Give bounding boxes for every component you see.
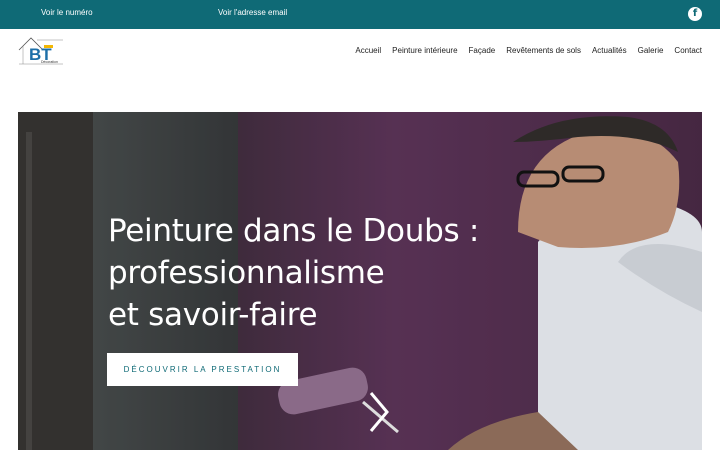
- email-link[interactable]: Voir l'adresse email: [218, 8, 287, 17]
- hero-title-line-3: et savoir-faire: [108, 297, 318, 333]
- nav-item-facade[interactable]: Façade: [469, 46, 496, 55]
- nav-item-actualites[interactable]: Actualités: [592, 46, 627, 55]
- facebook-icon[interactable]: f: [688, 7, 702, 21]
- nav-item-accueil[interactable]: Accueil: [355, 46, 381, 55]
- nav-item-contact[interactable]: Contact: [674, 46, 702, 55]
- logo[interactable]: BT Décoration: [17, 34, 65, 68]
- main-nav: Accueil Peinture intérieure Façade Revêt…: [355, 46, 702, 55]
- logo-subtext: Décoration: [41, 60, 58, 64]
- hero-title-line-2: professionnalisme: [108, 255, 385, 291]
- top-bar: Voir le numéro Voir l'adresse email f: [0, 0, 720, 29]
- nav-item-peinture-interieure[interactable]: Peinture intérieure: [392, 46, 457, 55]
- hero-title-line-1: Peinture dans le Doubs :: [108, 213, 479, 249]
- discover-service-button[interactable]: DÉCOUVRIR LA PRESTATION: [107, 353, 298, 386]
- site-header: BT Décoration Accueil Peinture intérieur…: [0, 29, 720, 73]
- nav-item-galerie[interactable]: Galerie: [638, 46, 664, 55]
- nav-item-revetements-de-sols[interactable]: Revêtements de sols: [506, 46, 581, 55]
- hero-slider: Peinture dans le Doubs : professionnalis…: [18, 112, 702, 450]
- hero-title: Peinture dans le Doubs : professionnalis…: [108, 210, 508, 336]
- chevron-right-icon[interactable]: [365, 387, 395, 437]
- phone-link[interactable]: Voir le numéro: [41, 8, 93, 17]
